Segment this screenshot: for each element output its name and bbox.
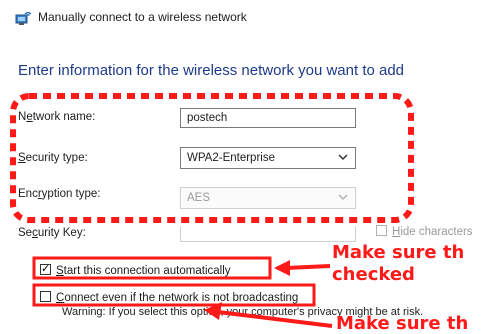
encryption-type-value: AES xyxy=(187,192,211,204)
callout-line-2: checked xyxy=(332,264,415,285)
security-type-label: Security type: xyxy=(18,152,88,164)
annotation-arrow-1-line xyxy=(285,264,331,270)
network-icon xyxy=(14,10,32,26)
title-bar: Manually connect to a wireless network xyxy=(0,0,486,36)
hide-characters-checkbox[interactable]: Hide characters xyxy=(376,225,473,238)
security-key-label: Security Key: xyxy=(18,227,86,239)
chevron-down-icon xyxy=(338,191,348,206)
security-type-select[interactable]: WPA2-Enterprise xyxy=(180,147,356,169)
callout-line-1: Make sure th xyxy=(332,242,465,263)
network-name-label: Network name: xyxy=(18,111,96,123)
page-heading: Enter information for the wireless netwo… xyxy=(18,62,405,79)
callout-second: Make sure th xyxy=(336,313,469,334)
connect-even-checkbox[interactable]: Connect even if the network is not broad… xyxy=(40,291,298,304)
security-type-value: WPA2-Enterprise xyxy=(187,152,275,164)
annotation-arrow-1-head xyxy=(274,260,290,276)
encryption-type-select[interactable]: AES xyxy=(180,187,356,209)
window-title: Manually connect to a wireless network xyxy=(38,10,247,24)
encryption-type-label: Encryption type: xyxy=(18,188,101,200)
security-key-input[interactable] xyxy=(180,226,356,242)
chevron-down-icon xyxy=(338,151,348,166)
checkbox-box[interactable] xyxy=(376,225,387,236)
network-name-value: postech xyxy=(187,112,228,124)
network-name-input[interactable]: postech xyxy=(180,108,356,128)
checkbox-checked[interactable] xyxy=(40,262,51,275)
checkbox-unchecked[interactable] xyxy=(40,291,51,302)
start-automatically-checkbox[interactable]: Start this connection automatically xyxy=(40,262,231,277)
